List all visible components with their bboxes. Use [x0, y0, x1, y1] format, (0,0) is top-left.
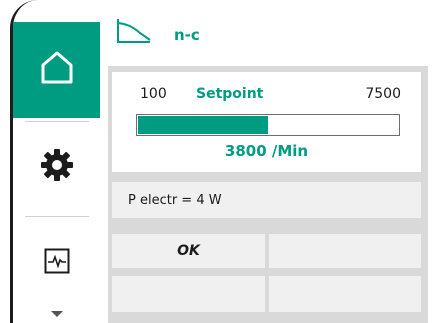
gear-icon [40, 148, 74, 186]
home-icon [37, 48, 77, 92]
ok-button[interactable]: OK [112, 234, 265, 268]
blank-button-left-bottom[interactable] [112, 276, 265, 312]
setpoint-value: 3800 /Min [224, 142, 309, 160]
sidebar-top-spacer [13, 0, 100, 22]
setpoint-bar-fill [138, 116, 268, 134]
power-readout: P electr = 4 W [112, 182, 421, 218]
display-bezel [0, 0, 8, 323]
setpoint-title: Setpoint [196, 86, 264, 102]
sidebar-item-home[interactable] [13, 22, 100, 118]
blank-button-right-top[interactable] [269, 234, 421, 268]
chevron-down-icon [50, 303, 64, 322]
power-text: P electr = 4 W [128, 192, 222, 208]
setpoint-bar[interactable] [136, 114, 400, 136]
setpoint-min: 100 [140, 86, 167, 102]
sidebar-divider [25, 121, 89, 122]
sidebar-divider [25, 216, 89, 217]
curve-mode-icon [116, 18, 152, 44]
sidebar-item-settings[interactable] [13, 124, 100, 210]
setpoint-max: 7500 [365, 86, 401, 102]
sidebar-item-more[interactable] [13, 302, 100, 322]
pulse-icon [44, 248, 70, 278]
blank-button-right-bottom[interactable] [269, 276, 421, 312]
control-mode-label: n-c [174, 26, 200, 44]
header: n-c [102, 0, 433, 64]
pump-display-screen: n-c 100 Setpoint 7500 3800 /Min P electr… [0, 0, 433, 323]
main-panel: 100 Setpoint 7500 3800 /Min P electr = 4… [108, 66, 428, 323]
sidebar [10, 0, 100, 323]
setpoint-card[interactable]: 100 Setpoint 7500 3800 /Min [112, 72, 421, 172]
sidebar-item-trend[interactable] [13, 222, 100, 304]
